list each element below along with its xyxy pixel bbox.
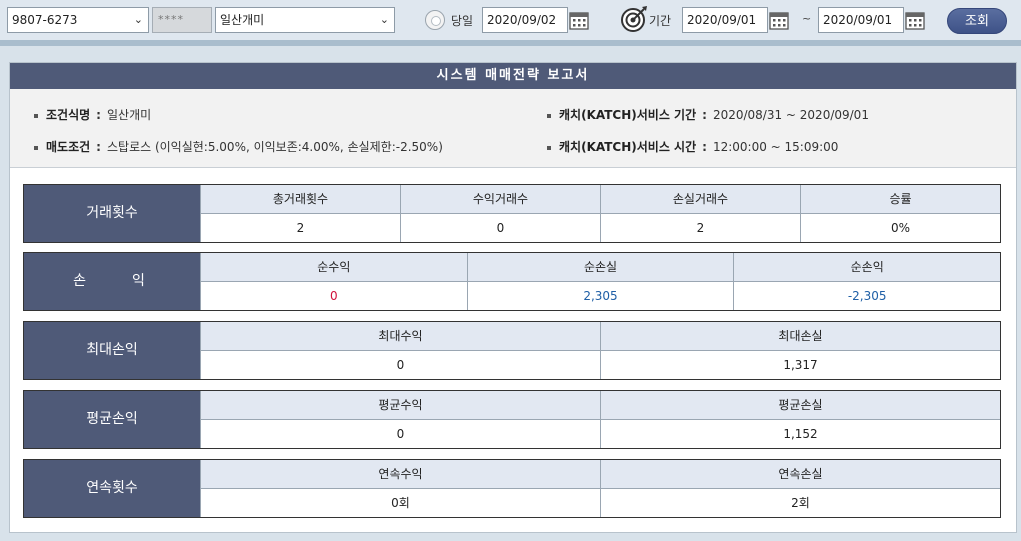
condition-sell: 매도조건: 스탑로스 (이익실현:5.00%, 이익보존:4.00%, 손실제한:… [34, 138, 443, 155]
column-header: 순수익 [201, 253, 467, 282]
column-header: 승률 [801, 185, 1000, 214]
column-header: 연속수익 [201, 460, 600, 489]
chevron-down-icon: ⌄ [133, 13, 143, 26]
trade-count-table: 거래횟수 총거래횟수 2 수익거래수 0 손실거래수 2 승률 0% [23, 184, 1001, 243]
chevron-down-icon: ⌄ [379, 13, 389, 26]
profit-loss-head: 손 익 [24, 253, 200, 310]
column-header: 총거래횟수 [201, 185, 400, 214]
cell-value: 0 [401, 214, 600, 242]
today-date-input[interactable]: 2020/09/02 [482, 7, 568, 33]
cell-value: 0 [201, 282, 467, 310]
column-header: 손실거래수 [601, 185, 800, 214]
target-icon[interactable] [620, 5, 648, 33]
strategy-select[interactable]: 일산개미 ⌄ [215, 7, 395, 33]
column-header: 순손익 [734, 253, 1001, 282]
conditions-area: 조건식명: 일산개미 매도조건: 스탑로스 (이익실현:5.00%, 이익보존:4.… [10, 89, 1016, 168]
column-header: 평균손실 [601, 391, 1000, 420]
streak-table: 연속횟수 연속수익 0회 연속손실 2회 [23, 459, 1001, 518]
cell-value: 0 [201, 351, 600, 379]
column-header: 순손실 [467, 253, 734, 282]
condition-catch-time: 캐치(KATCH)서비스 시간:12:00:00 ~ 15:09:00 [547, 138, 838, 155]
max-pl-table: 최대손익 최대수익 0 최대손실 1,317 [23, 321, 1001, 380]
cell-value: 2회 [601, 489, 1000, 517]
period-separator: ~ [802, 12, 812, 25]
cell-value: 2,305 [467, 282, 734, 310]
condition-strategy-name: 조건식명: 일산개미 [34, 106, 151, 123]
trade-count-head: 거래횟수 [24, 185, 200, 242]
column-header: 최대수익 [201, 322, 600, 351]
account-select[interactable]: 9807-6273 ⌄ [7, 7, 149, 33]
condition-catch-period: 캐치(KATCH)서비스 기간:2020/08/31 ~ 2020/09/01 [547, 106, 869, 123]
account-value: 9807-6273 [12, 13, 78, 27]
max-pl-head: 최대손익 [24, 322, 200, 379]
today-radio[interactable] [425, 10, 445, 30]
period-label: 기간 [649, 14, 672, 28]
password-field[interactable]: **** [152, 7, 212, 33]
calendar-icon[interactable] [767, 8, 791, 32]
today-label: 당일 [451, 14, 474, 28]
column-header: 수익거래수 [401, 185, 600, 214]
avg-pl-head: 평균손익 [24, 391, 200, 448]
calendar-icon[interactable] [903, 8, 927, 32]
profit-loss-table: 손 익 순수익 0 순손실 2,305 순손익 -2,305 [23, 252, 1001, 311]
period-from-input[interactable]: 2020/09/01 [682, 7, 768, 33]
search-button[interactable]: 조회 [947, 8, 1007, 34]
cell-value: 0% [801, 214, 1000, 242]
column-header: 평균수익 [201, 391, 600, 420]
period-to-input[interactable]: 2020/09/01 [818, 7, 904, 33]
avg-pl-table: 평균손익 평균수익 0 평균손실 1,152 [23, 390, 1001, 449]
column-header: 연속손실 [601, 460, 1000, 489]
cell-value: -2,305 [734, 282, 1001, 310]
cell-value: 1,317 [601, 351, 1000, 379]
calendar-icon[interactable] [567, 8, 591, 32]
report-title: 시스템 매매전략 보고서 [10, 63, 1016, 89]
cell-value: 0회 [201, 489, 600, 517]
cell-value: 0 [201, 420, 600, 448]
toolbar-divider [0, 40, 1021, 46]
strategy-value: 일산개미 [220, 13, 265, 27]
cell-value: 1,152 [601, 420, 1000, 448]
column-header: 최대손실 [601, 322, 1000, 351]
cell-value: 2 [601, 214, 800, 242]
cell-value: 2 [201, 214, 400, 242]
streak-head: 연속횟수 [24, 460, 200, 517]
